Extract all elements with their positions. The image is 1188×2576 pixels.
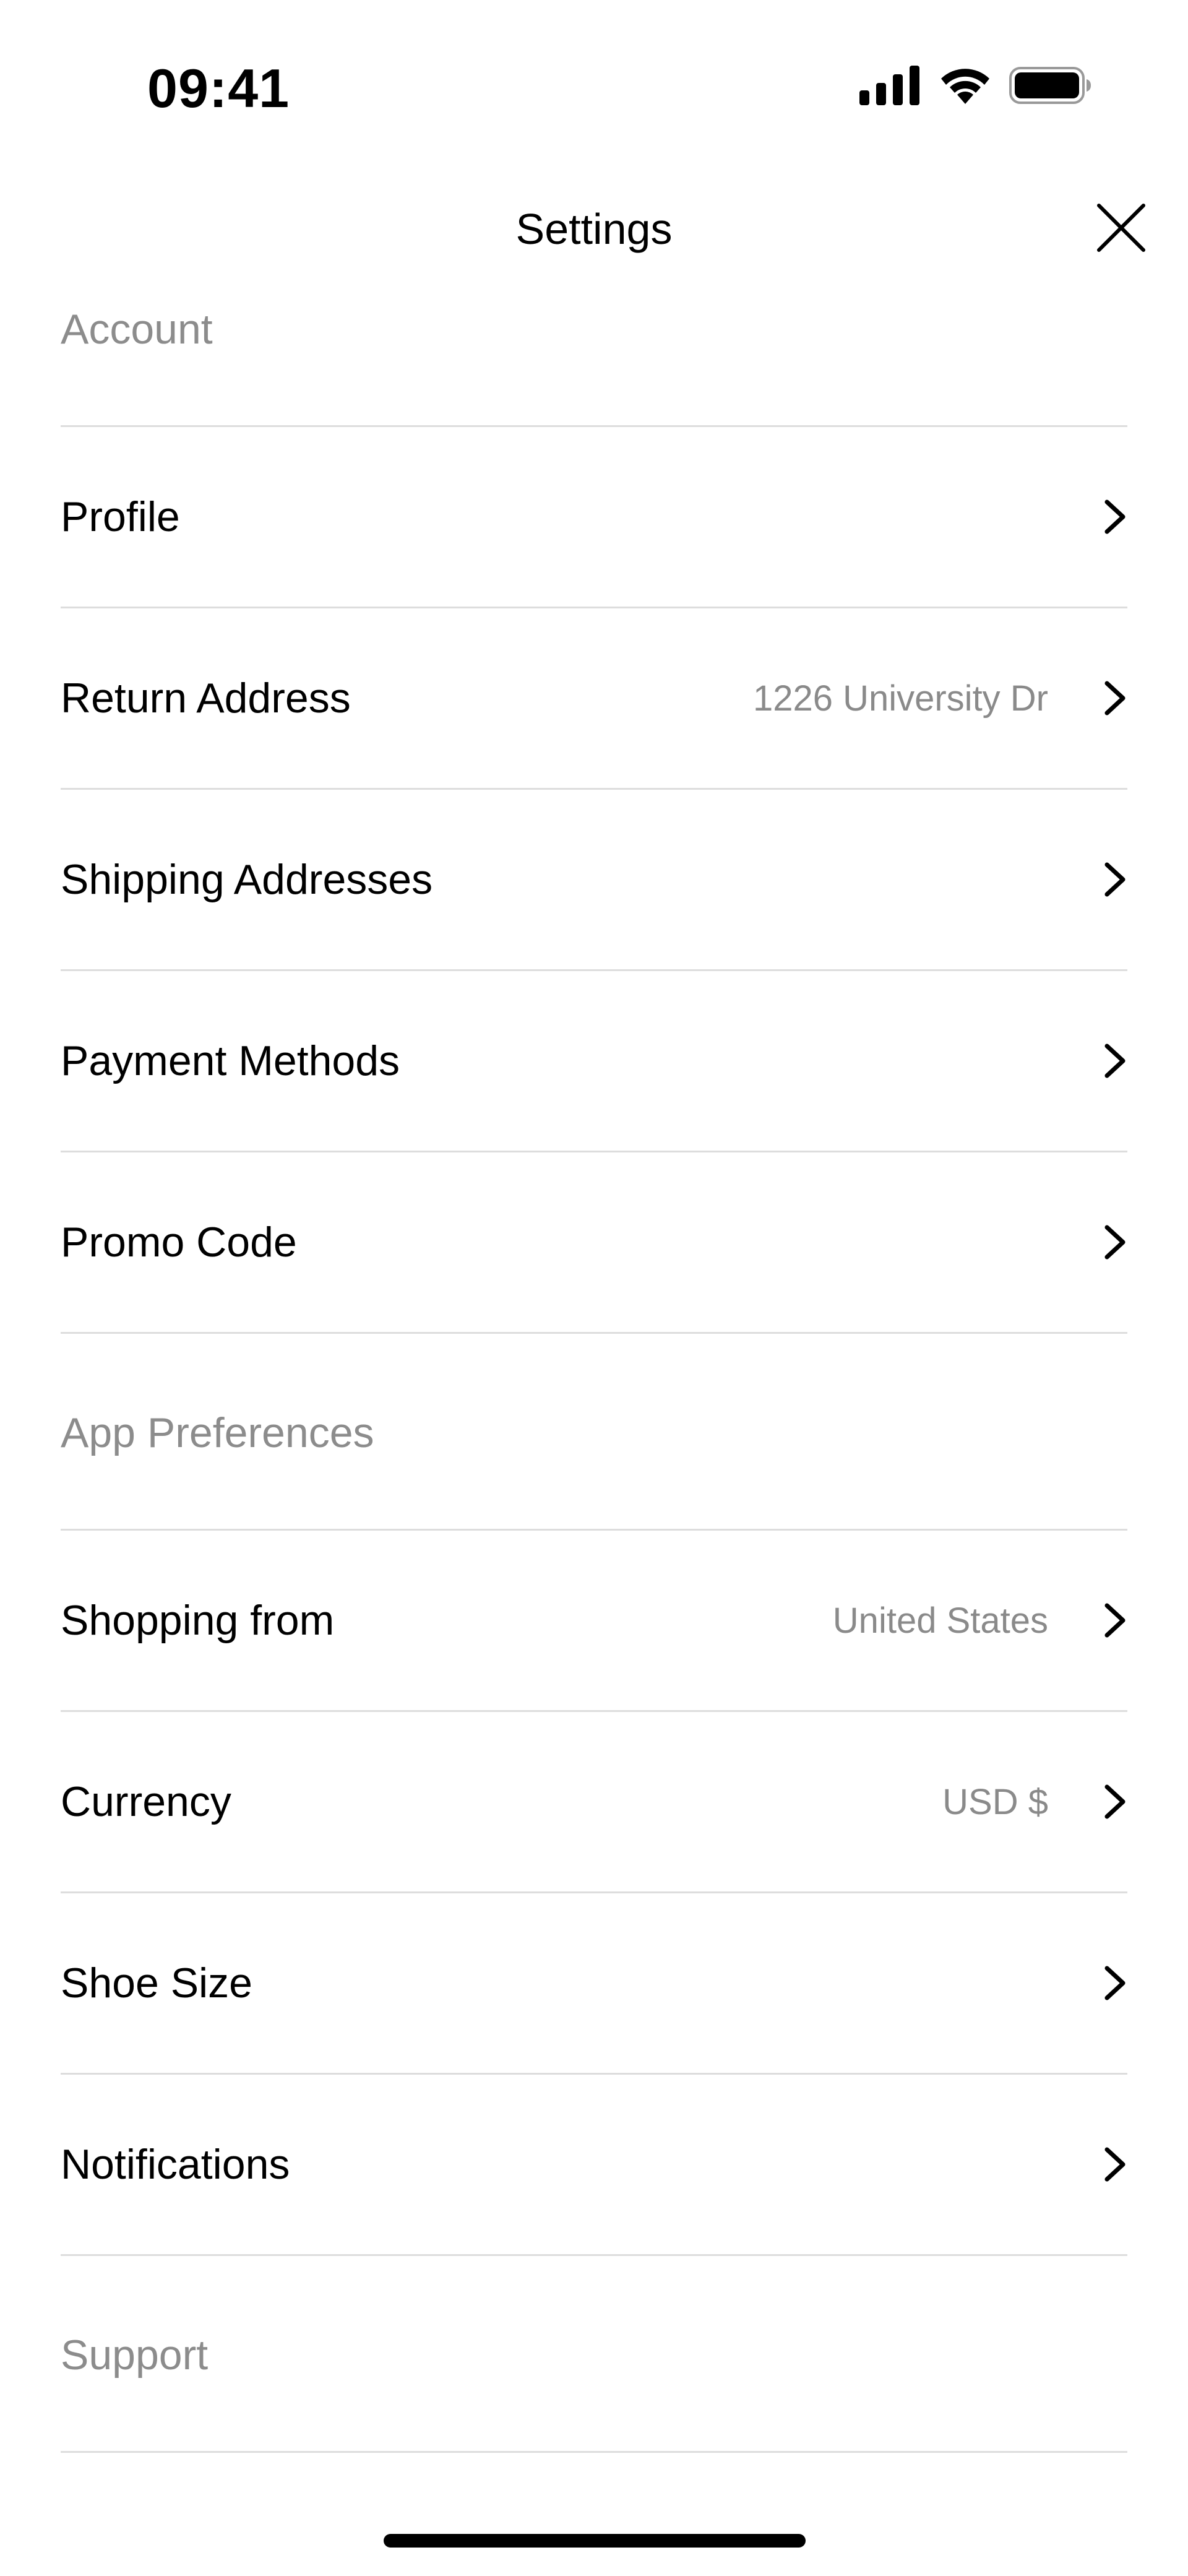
- status-time: 09:41: [147, 58, 290, 119]
- chevron-right-icon: [1103, 498, 1127, 535]
- row-label: Notifications: [61, 2141, 290, 2188]
- settings-row-notifications[interactable]: Notifications: [61, 2075, 1127, 2256]
- row-label: Shoe Size: [61, 1960, 252, 2007]
- settings-row-shopping-from[interactable]: Shopping from United States: [61, 1531, 1127, 1712]
- home-indicator: [384, 2534, 806, 2548]
- row-value: United States: [832, 1600, 1048, 1641]
- row-value: 1226 University Dr: [752, 678, 1048, 719]
- close-button[interactable]: [1090, 198, 1152, 260]
- settings-row-promo-code[interactable]: Promo Code: [61, 1152, 1127, 1334]
- chevron-right-icon: [1103, 1783, 1127, 1820]
- page-title: Settings: [515, 205, 673, 253]
- wifi-icon: [939, 66, 992, 108]
- chevron-right-icon: [1103, 1042, 1127, 1079]
- chevron-right-icon: [1103, 1964, 1127, 2002]
- settings-row-profile[interactable]: Profile: [61, 427, 1127, 608]
- row-value: USD $: [942, 1781, 1048, 1822]
- settings-row-payment-methods[interactable]: Payment Methods: [61, 971, 1127, 1152]
- settings-row-shipping-addresses[interactable]: Shipping Addresses: [61, 790, 1127, 971]
- close-icon[interactable]: [1095, 202, 1147, 257]
- status-bar: 09:41: [0, 0, 1188, 173]
- row-label: Return Address: [61, 675, 351, 722]
- section-header-account: Account: [61, 262, 1127, 427]
- chevron-right-icon: [1103, 1602, 1127, 1639]
- chevron-right-icon: [1103, 861, 1127, 898]
- settings-row-shoe-size[interactable]: Shoe Size: [61, 1893, 1127, 2075]
- row-label: Currency: [61, 1778, 231, 1825]
- row-label: Promo Code: [61, 1219, 297, 1266]
- battery-icon: [1009, 66, 1092, 108]
- section-header-support: Support: [61, 2256, 1127, 2453]
- status-icons: [859, 62, 1092, 111]
- chevron-right-icon: [1103, 680, 1127, 717]
- settings-row-return-address[interactable]: Return Address 1226 University Dr: [61, 608, 1127, 790]
- row-label: Shipping Addresses: [61, 856, 433, 903]
- settings-row-currency[interactable]: Currency USD $: [61, 1712, 1127, 1893]
- cellular-signal-icon: [859, 65, 921, 108]
- row-label: Payment Methods: [61, 1037, 400, 1084]
- chevron-right-icon: [1103, 1224, 1127, 1261]
- row-label: Profile: [61, 493, 180, 540]
- section-header-app-preferences: App Preferences: [61, 1334, 1127, 1531]
- settings-list: Account Profile Return Address 1226 Univ…: [61, 306, 1127, 2453]
- row-label: Shopping from: [61, 1597, 335, 1644]
- chevron-right-icon: [1103, 2146, 1127, 2183]
